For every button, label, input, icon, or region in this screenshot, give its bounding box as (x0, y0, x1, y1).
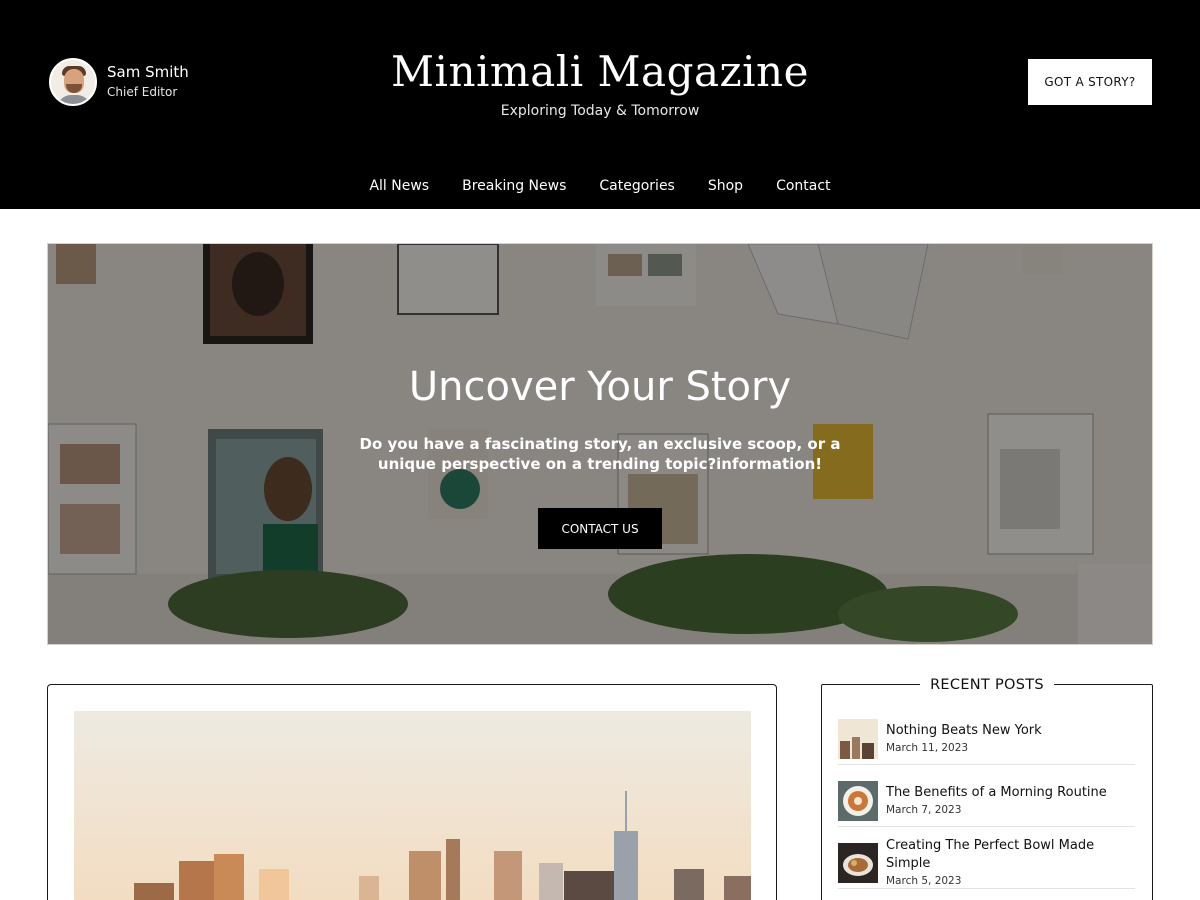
main-navigation: All News Breaking News Categories Shop C… (0, 174, 1200, 198)
recent-post-date: March 11, 2023 (886, 742, 969, 754)
contact-us-button[interactable]: CONTACT US (538, 508, 662, 549)
bowl-photo-icon[interactable] (838, 842, 878, 883)
recent-posts-widget: RECENT POSTS Nothing Beats New York Marc… (821, 677, 1153, 900)
list-item[interactable]: Nothing Beats New York March 11, 2023 (838, 713, 1135, 765)
nav-item-categories[interactable]: Categories (599, 174, 674, 198)
coffee-photo-icon[interactable] (838, 780, 878, 821)
recent-post-date: March 7, 2023 (886, 804, 962, 816)
hero-banner: Uncover Your Story Do you have a fascina… (47, 243, 1153, 645)
featured-post-image[interactable] (74, 711, 751, 900)
recent-post-title[interactable]: Creating The Perfect Bowl Made Simple (886, 837, 1135, 873)
site-header: Sam Smith Chief Editor Minimali Magazine… (0, 0, 1200, 209)
site-tagline: Exploring Today & Tomorrow (500, 103, 700, 119)
city-photo-icon[interactable] (838, 718, 878, 759)
list-item[interactable]: Creating The Perfect Bowl Made Simple Ma… (838, 827, 1135, 889)
featured-post-card[interactable] (47, 684, 777, 900)
hero-description: Do you have a fascinating story, an excl… (359, 435, 841, 473)
nav-item-breaking-news[interactable]: Breaking News (462, 174, 566, 198)
hero-title: Uncover Your Story (408, 364, 792, 410)
nav-item-all-news[interactable]: All News (369, 174, 429, 198)
recent-post-title[interactable]: The Benefits of a Morning Routine (886, 784, 1107, 802)
recent-posts-list: Nothing Beats New York March 11, 2023 Th… (838, 713, 1135, 889)
recent-post-title[interactable]: Nothing Beats New York (886, 722, 1042, 740)
nav-item-shop[interactable]: Shop (708, 174, 743, 198)
list-item[interactable]: The Benefits of a Morning Routine March … (838, 765, 1135, 827)
recent-post-date: March 5, 2023 (886, 875, 962, 887)
site-branding: Minimali Magazine Exploring Today & Tomo… (0, 46, 1200, 120)
nav-item-contact[interactable]: Contact (776, 174, 830, 198)
widget-title: RECENT POSTS (920, 677, 1054, 693)
got-a-story-button[interactable]: GOT A STORY? (1028, 59, 1152, 105)
site-title[interactable]: Minimali Magazine (0, 46, 1200, 98)
